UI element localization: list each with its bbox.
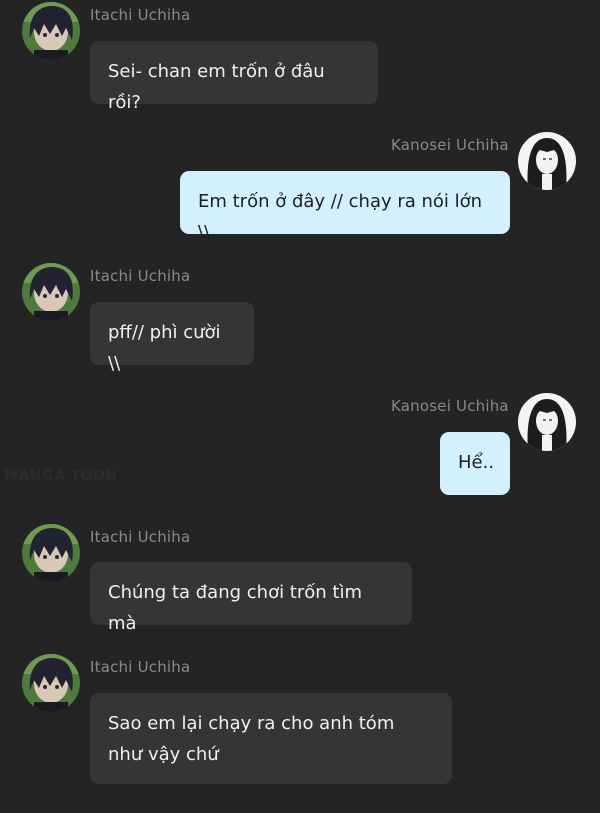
kanosei-avatar[interactable] [518,393,576,451]
message-bubble[interactable]: Sei- chan em trốn ở đâu rồi? [90,41,378,113]
sender-name: Kanosei Uchiha [391,136,509,154]
kanosei-avatar[interactable] [518,132,576,190]
itachi-avatar[interactable] [22,2,80,60]
message-bubble[interactable]: Sao em lại chạy ra cho anh tóm như vậy c… [90,693,452,784]
message-bubble[interactable]: Chúng ta đang chơi trốn tìm mà [90,562,412,634]
sender-name: Itachi Uchiha [90,658,191,676]
message-bubble[interactable]: Em trốn ở đây // chạy ra nói lớn \\ [180,171,510,243]
watermark-logo: MANGA TOON [4,468,118,484]
sender-name: Itachi Uchiha [90,267,191,285]
sender-name: Kanosei Uchiha [391,397,509,415]
itachi-avatar[interactable] [22,654,80,712]
kanosei-avatar-icon [518,393,576,451]
itachi-avatar-icon [22,654,80,712]
itachi-avatar[interactable] [22,524,80,582]
itachi-avatar-icon [22,2,80,60]
kanosei-avatar-icon [518,132,576,190]
sender-name: Itachi Uchiha [90,528,191,546]
message-bubble[interactable]: Hể.. [440,432,510,495]
sender-name: Itachi Uchiha [90,6,191,24]
itachi-avatar-icon [22,524,80,582]
itachi-avatar-icon [22,263,80,321]
itachi-avatar[interactable] [22,263,80,321]
message-bubble[interactable]: pff// phì cười \\ [90,302,254,374]
